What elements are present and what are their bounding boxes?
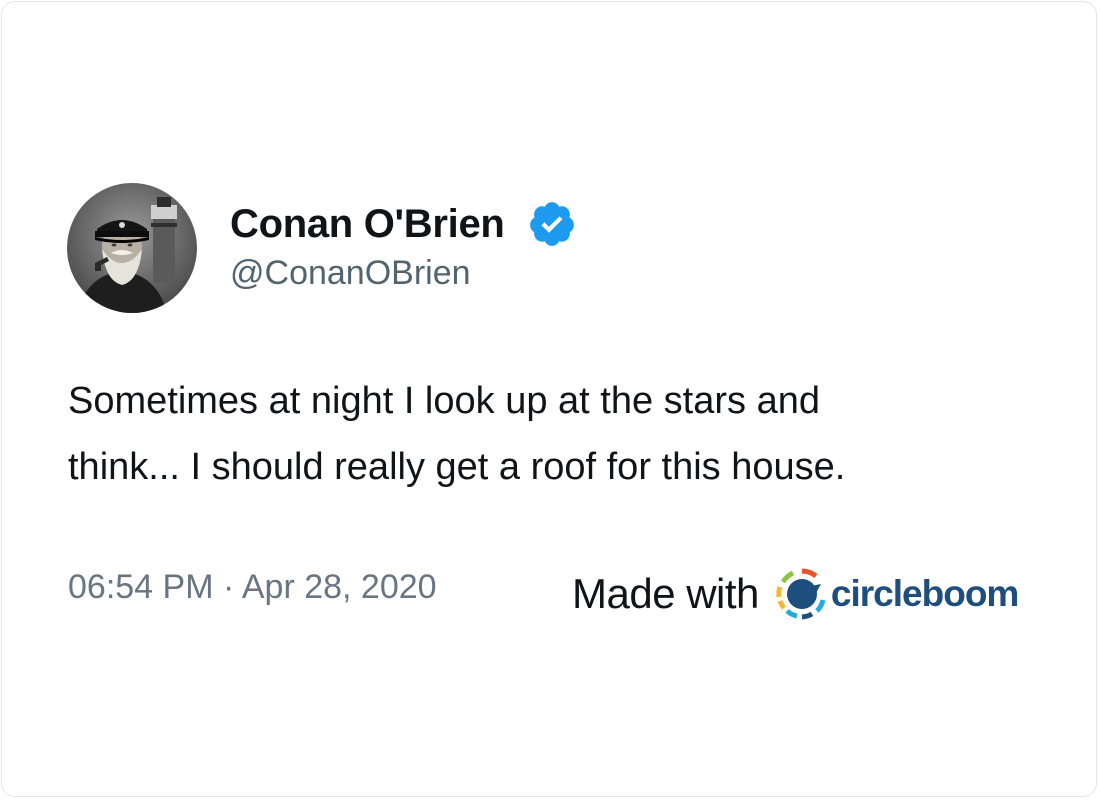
verified-badge-icon <box>527 199 577 249</box>
tweet-timestamp[interactable]: 06:54 PM · Apr 28, 2020 <box>68 568 437 607</box>
tweet-text: Sometimes at night I look up at the star… <box>68 380 846 488</box>
circleboom-logo-icon <box>775 567 829 621</box>
sea-captain-portrait-icon <box>67 183 197 313</box>
avatar[interactable] <box>67 183 197 313</box>
made-with-label: Made with <box>572 570 759 617</box>
author-name[interactable]: Conan O'Brien <box>230 202 505 247</box>
author-handle[interactable]: @ConanOBrien <box>230 254 471 293</box>
author-name-row: Conan O'Brien <box>230 198 577 250</box>
made-with-branding: Made with circleboom <box>572 564 1019 624</box>
tweet-card: Conan O'Brien @ConanOBrien Sometimes at … <box>1 1 1097 797</box>
brand-name: circleboom <box>830 573 1019 614</box>
circleboom-logo[interactable]: circleboom <box>775 567 1019 621</box>
